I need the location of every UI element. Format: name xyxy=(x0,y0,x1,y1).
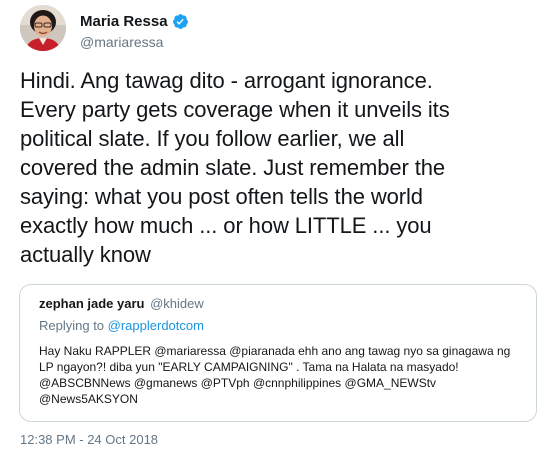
author-handle[interactable]: @mariaressa xyxy=(80,34,189,50)
tweet-text: Hindi. Ang tawag dito - arrogant ignoran… xyxy=(20,68,450,267)
replying-to-prefix: Replying to xyxy=(39,318,108,333)
quoted-author-name: zephan jade yaru xyxy=(39,296,145,311)
replying-to-line: Replying to @rapplerdotcom xyxy=(39,318,204,333)
author-info[interactable]: Maria Ressa @mariaressa xyxy=(80,11,189,50)
quoted-author-handle: @khidew xyxy=(150,296,204,311)
tweet-timestamp[interactable]: 12:38 PM - 24 Oct 2018 xyxy=(20,432,158,447)
quoted-tweet[interactable]: zephan jade yaru @khidew Replying to @ra… xyxy=(19,284,537,422)
tweet-card: Maria Ressa @mariaressa Hindi. Ang tawag… xyxy=(0,0,557,456)
verified-badge-icon xyxy=(172,13,188,29)
replying-to-link[interactable]: @rapplerdotcom xyxy=(108,318,204,333)
author-name-row: Maria Ressa xyxy=(80,11,189,31)
user-avatar-icon xyxy=(20,5,66,51)
author-display-name[interactable]: Maria Ressa xyxy=(80,13,168,30)
author-avatar[interactable] xyxy=(20,5,66,51)
quoted-tweet-text: Hay Naku RAPPLER @mariaressa @piaranada … xyxy=(39,344,511,406)
quoted-tweet-header: zephan jade yaru @khidew xyxy=(39,296,204,311)
